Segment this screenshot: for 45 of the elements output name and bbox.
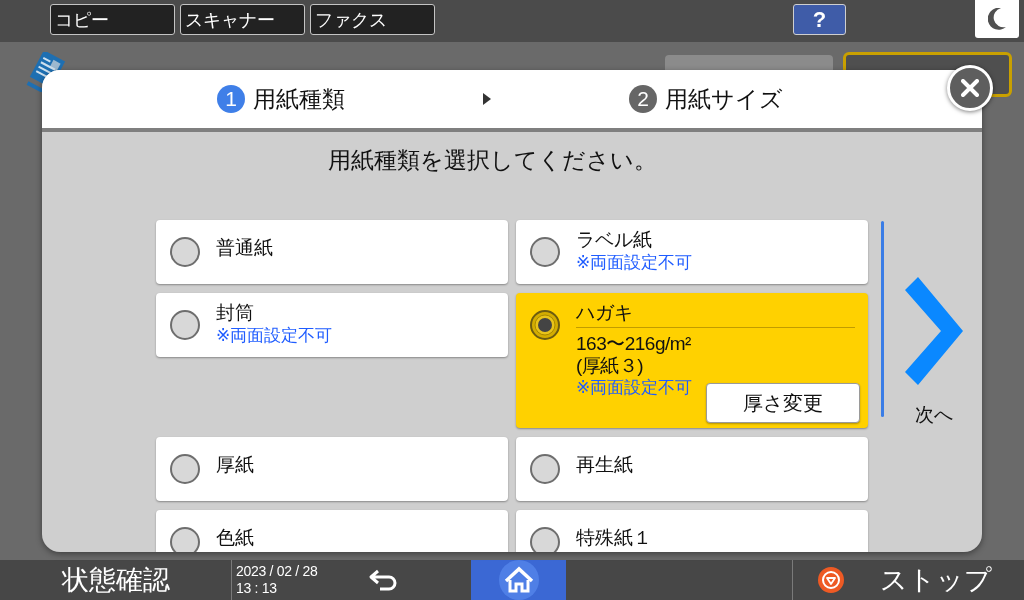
instruction-text: 用紙種類を選択してください。: [326, 146, 658, 175]
stop-button[interactable]: ストップ: [792, 560, 1024, 600]
paper-type-option[interactable]: ラベル紙 ※両面設定不可: [516, 220, 868, 284]
moon-icon: [988, 8, 1006, 30]
date-text: 2023 / 02 / 28: [236, 563, 318, 580]
paper-type-option[interactable]: 封筒 ※両面設定不可: [156, 293, 508, 357]
option-label: 再生紙: [576, 453, 633, 477]
option-label: ハガキ: [576, 301, 855, 328]
home-button[interactable]: [471, 560, 566, 600]
app-button[interactable]: スキャナー: [180, 4, 305, 35]
option-label: 普通紙: [216, 236, 273, 260]
paper-type-option[interactable]: 特殊紙１: [516, 510, 868, 552]
step-arrow-icon: [483, 93, 491, 105]
time-text: 13 : 13: [236, 580, 277, 597]
option-note: ※両面設定不可: [576, 377, 693, 399]
app-button[interactable]: コピー: [50, 4, 175, 35]
option-label: ラベル紙: [576, 228, 652, 252]
step-label: 用紙種類: [253, 85, 345, 114]
status-button[interactable]: 状態確認: [0, 560, 232, 600]
close-icon: [961, 79, 979, 97]
option-note: ※両面設定不可: [216, 325, 333, 347]
app-button[interactable]: ファクス: [310, 4, 435, 35]
step-label: 用紙サイズ: [665, 85, 783, 114]
paper-type-option[interactable]: 色紙: [156, 510, 508, 552]
option-detail: 163〜216g/m²: [576, 333, 692, 355]
option-label: 特殊紙１: [576, 526, 652, 550]
next-button[interactable]: 次へ: [902, 277, 966, 426]
step-number: 2: [629, 85, 657, 113]
option-label: 色紙: [216, 526, 254, 550]
chevron-right-icon: [905, 277, 963, 385]
thickness-change-button[interactable]: 厚さ変更: [706, 383, 860, 423]
return-arrow-icon: [368, 569, 398, 591]
help-button[interactable]: ?: [793, 4, 846, 35]
paper-type-option[interactable]: 再生紙: [516, 437, 868, 501]
step-number: 1: [217, 85, 245, 113]
paper-type-option[interactable]: ハガキ 163〜216g/m² (厚紙３) ※両面設定不可 厚さ変更: [516, 293, 868, 428]
paper-type-option[interactable]: 普通紙: [156, 220, 508, 284]
option-detail: (厚紙３): [576, 355, 645, 377]
option-label: 厚紙: [216, 453, 254, 477]
home-icon: [498, 560, 539, 600]
stop-icon: [818, 567, 844, 593]
moon-button[interactable]: [975, 0, 1019, 38]
option-note: ※両面設定不可: [576, 252, 693, 274]
paper-type-option[interactable]: 厚紙: [156, 437, 508, 501]
option-label: 封筒: [216, 301, 254, 325]
